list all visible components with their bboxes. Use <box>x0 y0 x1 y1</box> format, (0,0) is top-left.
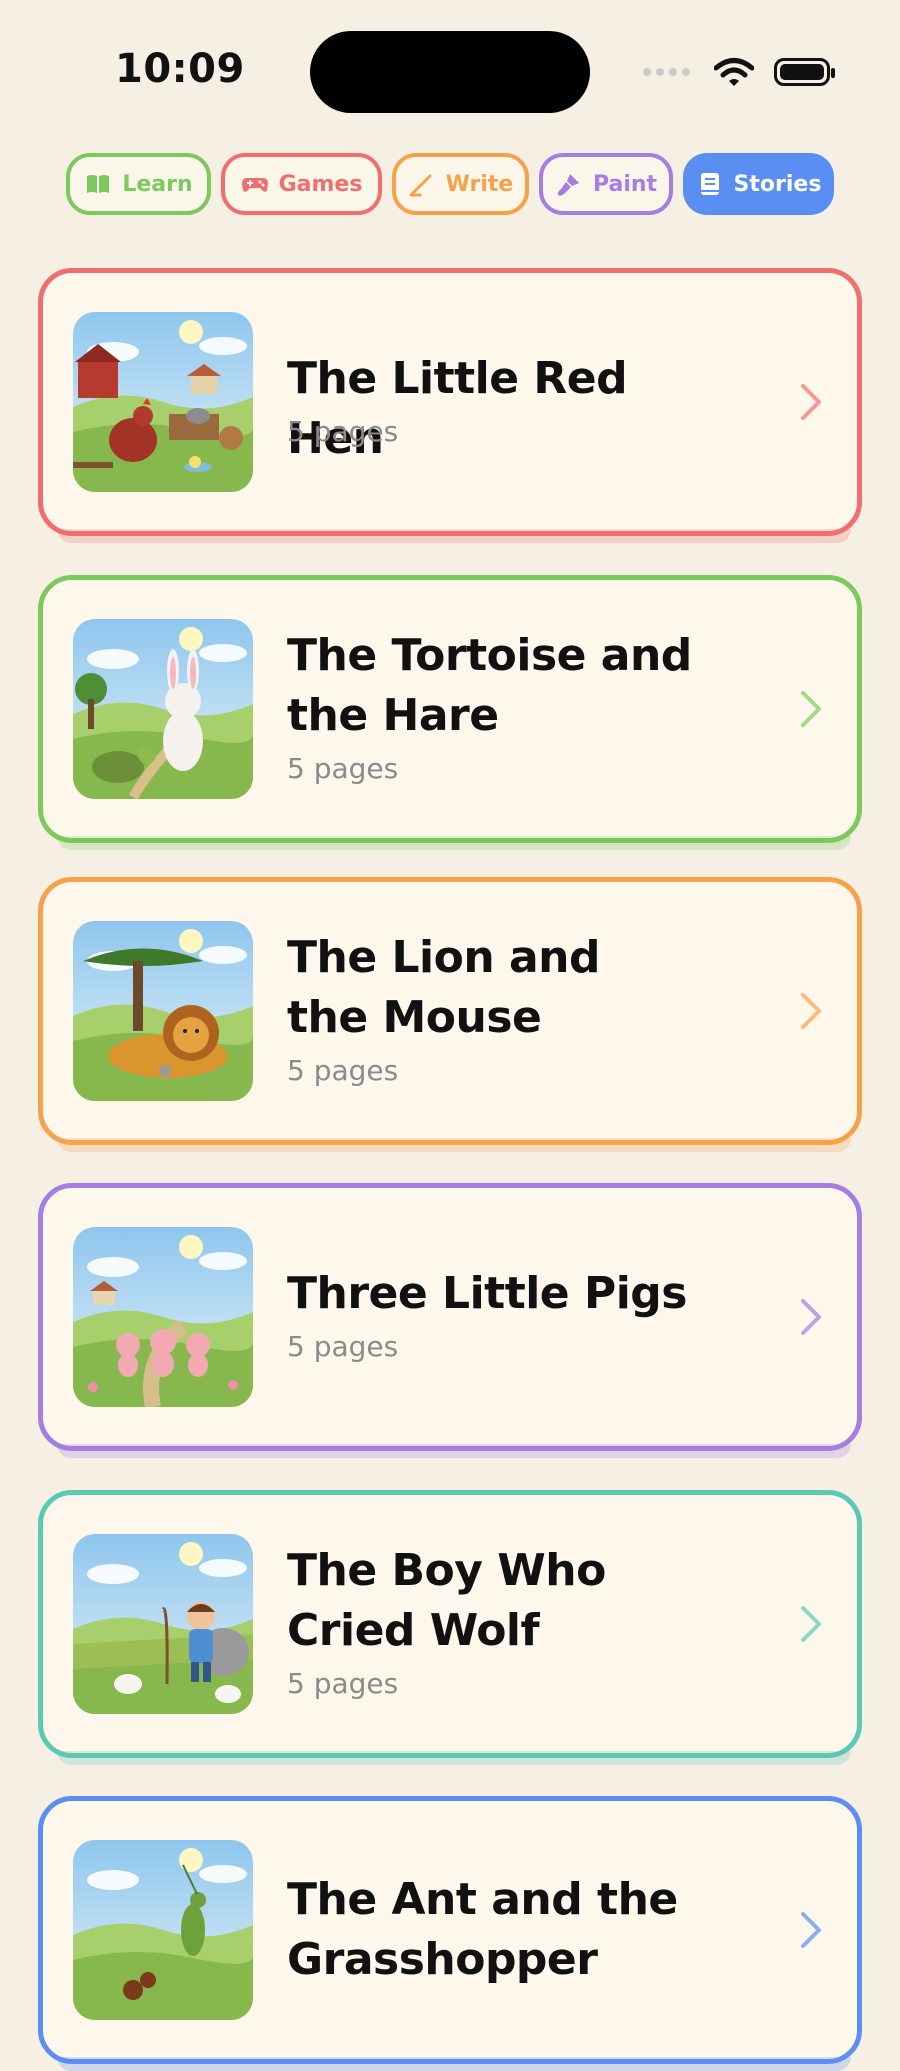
story-title-line: The Tortoise and <box>287 630 692 681</box>
chevron-right-icon <box>801 1912 821 1948</box>
wifi-icon <box>714 58 754 86</box>
story-card[interactable]: The Lion and the Mouse 5 pages <box>38 877 862 1152</box>
pencil-icon <box>409 174 432 197</box>
category-tabs: Learn Games Write Paint Stories <box>0 153 900 219</box>
story-title: The Tortoise and the Hare <box>287 626 727 746</box>
lion-and-mouse-illustration <box>73 921 253 1101</box>
story-card[interactable]: Three Little Pigs 5 pages <box>38 1183 862 1458</box>
tab-stories[interactable]: Stories <box>683 153 834 215</box>
story-page-count: 5 pages <box>287 415 399 448</box>
story-title: The Little Red Hen <box>287 349 727 469</box>
story-title: Three Little Pigs <box>287 1264 727 1324</box>
book-icon <box>87 175 110 193</box>
story-page-count: 5 pages <box>287 752 399 785</box>
story-title-line: Cried Wolf <box>287 1605 540 1656</box>
card-shadow <box>57 529 851 543</box>
card-shadow <box>57 1751 851 1765</box>
story-title-line: the Hare <box>287 690 499 741</box>
dynamic-island <box>310 31 590 113</box>
story-title: The Ant and the Grasshopper <box>287 1870 727 1990</box>
ant-and-grasshopper-illustration <box>73 1840 253 2020</box>
three-little-pigs-illustration <box>73 1227 253 1407</box>
status-icons <box>643 52 835 92</box>
tortoise-and-hare-illustration <box>73 619 253 799</box>
story-title-line: The Boy Who <box>287 1545 606 1596</box>
paintbrush-icon <box>557 174 579 196</box>
card-shadow <box>57 1444 851 1458</box>
tab-write[interactable]: Write <box>392 153 529 215</box>
story-card[interactable]: The Tortoise and the Hare 5 pages <box>38 575 862 850</box>
story-title-line: The Little Red Hen <box>287 353 628 464</box>
tab-paint[interactable]: Paint <box>539 153 673 215</box>
tab-label: Write <box>445 171 514 197</box>
gamepad-icon <box>241 178 268 192</box>
card-shadow <box>57 1138 851 1152</box>
status-time: 10:09 <box>115 46 245 92</box>
tab-learn[interactable]: Learn <box>66 153 211 215</box>
boy-who-cried-wolf-illustration <box>73 1534 253 1714</box>
tab-label: Stories <box>733 171 822 197</box>
story-title-line: The Ant and the <box>287 1874 678 1925</box>
story-title: The Lion and the Mouse <box>287 928 727 1048</box>
chevron-right-icon <box>801 993 821 1029</box>
story-title: The Boy Who Cried Wolf <box>287 1541 727 1661</box>
story-card[interactable]: The Ant and the Grasshopper <box>38 1796 862 2071</box>
story-title-line: the Mouse <box>287 992 542 1043</box>
storybook-icon <box>700 173 719 195</box>
story-card[interactable]: The Boy Who Cried Wolf 5 pages <box>38 1490 862 1765</box>
card-shadow <box>57 2057 851 2071</box>
chevron-right-icon <box>801 1299 821 1335</box>
story-card[interactable]: The Little Red Hen 5 pages <box>38 268 862 543</box>
card-shadow <box>57 836 851 850</box>
chevron-right-icon <box>801 1606 821 1642</box>
battery-icon <box>774 58 835 86</box>
cellular-signal-icon <box>643 68 690 76</box>
chevron-right-icon <box>801 384 821 420</box>
tab-label: Learn <box>122 171 193 197</box>
story-title-line: Three Little Pigs <box>287 1268 687 1319</box>
status-bar: 10:09 <box>0 0 900 150</box>
story-page-count: 5 pages <box>287 1330 399 1363</box>
little-red-hen-illustration <box>73 312 253 492</box>
tab-label: Games <box>278 171 363 197</box>
story-title-line: The Lion and <box>287 932 601 983</box>
story-page-count: 5 pages <box>287 1667 399 1700</box>
story-page-count: 5 pages <box>287 1054 399 1087</box>
story-title-line: Grasshopper <box>287 1934 598 1985</box>
tab-games[interactable]: Games <box>221 153 382 215</box>
chevron-right-icon <box>801 691 821 727</box>
tab-label: Paint <box>592 171 658 197</box>
